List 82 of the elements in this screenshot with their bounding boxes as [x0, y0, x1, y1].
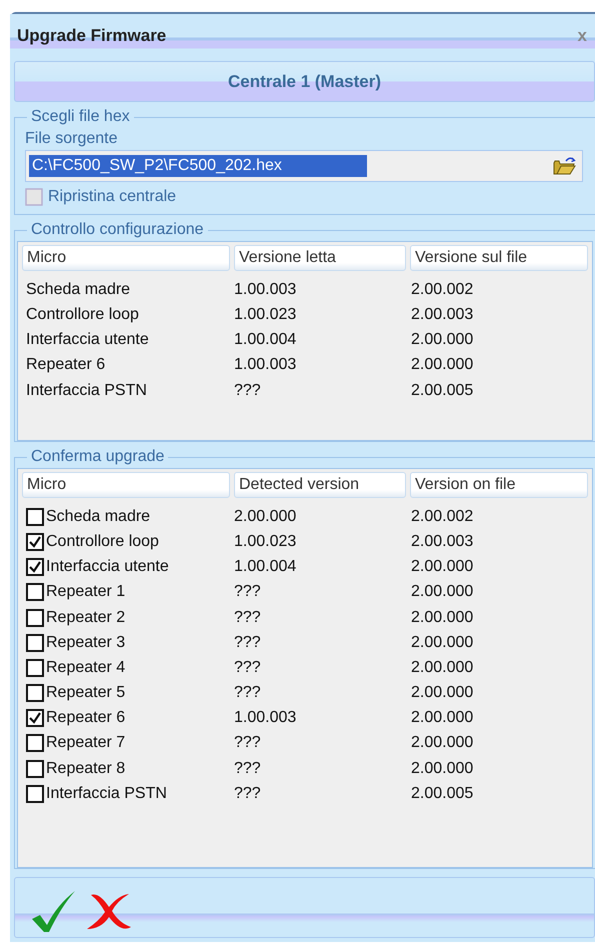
table-cell-text: Controllore loop — [26, 306, 140, 324]
table-cell-text: 2.00.000 — [411, 684, 474, 702]
table-cell: Interfaccia utente — [46, 558, 169, 576]
checkbox-label: Ripristina centrale — [48, 188, 176, 206]
table-cell-text: Scheda madre — [26, 280, 132, 299]
checkbox[interactable] — [26, 760, 44, 778]
table-cell-text: 1.00.004 — [234, 331, 298, 350]
checkbox[interactable] — [26, 583, 44, 602]
table-cell-text: 2.00.000 — [411, 734, 474, 752]
group-legend: Scegli file hex — [27, 108, 134, 126]
table-cell-text: 1.00.003 — [234, 280, 298, 299]
table-cell: Repeater 8 — [46, 760, 126, 778]
table-cell-text: 2.00.003 — [411, 306, 474, 324]
table-cell-text: Repeater 6 — [26, 356, 106, 374]
table-cell-text: 2.00.000 — [411, 608, 474, 627]
selected-path-text: C:\FC500_SW_P2\FC500_202.hex — [29, 155, 367, 178]
table-cell: Repeater 1 — [46, 583, 126, 602]
table-cell-text: 2.00.000 — [411, 558, 474, 576]
table-cell-text: ??? — [234, 760, 262, 778]
table-cell-text: 2.00.000 — [411, 634, 474, 652]
column-header[interactable]: Versione sul file — [410, 245, 588, 272]
table-cell-text: 1.00.004 — [234, 558, 298, 576]
checkbox[interactable] — [26, 634, 44, 652]
open-folder-button[interactable] — [552, 155, 576, 178]
field-label: File sorgente — [25, 130, 118, 148]
table-cell-text: 2.00.002 — [411, 508, 474, 526]
table-cell-text: 2.00.000 — [234, 508, 298, 526]
table-cell-text: Interfaccia PSTN — [26, 382, 148, 400]
table-cell: Repeater 5 — [46, 684, 126, 702]
table-cell-text: 2.00.000 — [411, 356, 474, 374]
table-cell: Interfaccia PSTN — [46, 784, 167, 803]
table-cell: Repeater 3 — [46, 634, 126, 652]
table-cell: Repeater 4 — [46, 658, 126, 677]
table-cell-text: Interfaccia utente — [26, 331, 150, 350]
table-cell-text: 2.00.005 — [411, 784, 474, 803]
checkbox[interactable] — [26, 532, 44, 551]
checkbox[interactable] — [26, 558, 44, 576]
table-cell-text: ??? — [234, 583, 262, 602]
table-cell-text: 2.00.002 — [411, 280, 474, 299]
checkbox[interactable] — [26, 684, 44, 702]
checkbox[interactable] — [26, 709, 44, 728]
column-header[interactable]: Micro — [22, 245, 230, 272]
checkbox[interactable] — [26, 608, 44, 627]
table-cell-text: ??? — [234, 382, 262, 400]
table-cell: Controllore loop — [46, 532, 159, 551]
table-cell-text: ??? — [234, 684, 262, 702]
table-cell-text: 1.00.003 — [234, 356, 298, 374]
table-cell-text: ??? — [234, 658, 262, 677]
checkbox[interactable] — [26, 784, 44, 803]
table-cell: Repeater 7 — [46, 734, 126, 752]
table-cell: Repeater 2 — [46, 608, 126, 627]
group-legend: Controllo configurazione — [27, 221, 208, 240]
column-header[interactable]: Detected version — [234, 472, 406, 498]
table-cell-text: ??? — [234, 634, 262, 652]
table-cell-text: 2.00.000 — [411, 583, 474, 602]
column-header[interactable]: Version on file — [410, 472, 588, 498]
confirm-button[interactable] — [29, 889, 77, 933]
table-cell: Repeater 6 — [46, 709, 126, 728]
header-banner: Centrale 1 (Master) — [14, 61, 595, 102]
column-header[interactable]: Versione letta — [234, 245, 406, 272]
window-title: Upgrade Firmware — [17, 26, 166, 46]
checkbox[interactable] — [26, 658, 44, 677]
checkbox[interactable] — [26, 734, 44, 752]
checkbox[interactable] — [26, 508, 44, 526]
table-cell-text: 2.00.000 — [411, 760, 474, 778]
checkmark-icon — [29, 889, 77, 933]
table-cell-text: ??? — [234, 734, 262, 752]
table-cell-text: 2.00.000 — [411, 709, 474, 728]
table-cell-text: 1.00.023 — [234, 306, 298, 324]
group-legend: Conferma upgrade — [27, 448, 168, 466]
table-cell-text: 2.00.005 — [411, 382, 474, 400]
file-path-field[interactable]: C:\FC500_SW_P2\FC500_202.hex — [25, 150, 583, 182]
table-cell-text: 1.00.003 — [234, 709, 298, 728]
folder-icon — [552, 155, 576, 178]
table-cell-text: 2.00.000 — [411, 658, 474, 677]
table-cell-text: ??? — [234, 784, 262, 803]
table-cell-text: 1.00.023 — [234, 532, 298, 551]
table-cell-text: 2.00.003 — [411, 532, 474, 551]
column-header[interactable]: Micro — [22, 472, 230, 498]
table-cell-text: ??? — [234, 608, 262, 627]
table-cell-text: 2.00.000 — [411, 331, 474, 350]
table-cell: Scheda madre — [46, 508, 150, 526]
